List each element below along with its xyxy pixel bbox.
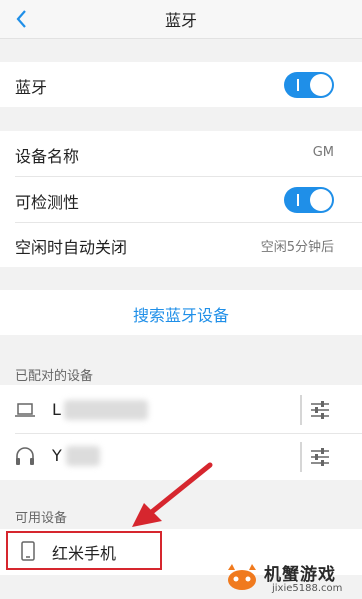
headphones-icon <box>16 447 34 465</box>
visibility-toggle[interactable] <box>284 187 334 213</box>
available-section-label: 可用设备 <box>15 511 68 526</box>
device-settings-card: 设备名称 GM 可检测性 空闲时自动关闭 空闲5分钟后 <box>0 131 362 267</box>
list-item[interactable]: L <box>0 387 362 433</box>
device-name-value: GM <box>312 145 334 160</box>
highlight-box <box>6 531 162 570</box>
bluetooth-toggle[interactable] <box>284 72 334 98</box>
auto-off-value: 空闲5分钟后 <box>260 240 334 255</box>
crab-logo-icon <box>228 564 256 590</box>
arrow-annotation <box>132 462 213 527</box>
bluetooth-row: 蓝牙 <box>0 62 362 107</box>
auto-off-label: 空闲时自动关闭 <box>15 238 128 257</box>
visibility-row: 可检测性 <box>0 177 362 222</box>
toggle-on-indicator <box>297 194 299 206</box>
bluetooth-card: 蓝牙 <box>0 62 362 107</box>
toggle-on-indicator <box>297 79 299 91</box>
paired-section-label: 已配对的设备 <box>15 369 94 384</box>
toggle-knob <box>310 74 332 96</box>
search-devices-label: 搜索蓝牙设备 <box>132 306 229 325</box>
top-bar: 蓝牙 <box>0 0 362 39</box>
sliders-icon[interactable] <box>308 445 332 469</box>
search-devices-button[interactable]: 搜索蓝牙设备 <box>0 290 362 335</box>
separator <box>300 395 302 425</box>
watermark-url: jixie5188.com <box>272 583 343 594</box>
sliders-icon[interactable] <box>308 398 332 422</box>
page-title: 蓝牙 <box>164 11 197 30</box>
device-name: L <box>52 400 61 419</box>
laptop-icon <box>15 403 35 417</box>
separator <box>300 442 302 472</box>
visibility-label: 可检测性 <box>15 193 80 212</box>
toggle-knob <box>310 189 332 211</box>
redacted-name <box>66 446 100 466</box>
device-name-row[interactable]: 设备名称 GM <box>0 131 362 176</box>
redacted-name <box>64 400 148 420</box>
device-name: Y <box>52 446 62 465</box>
auto-off-row[interactable]: 空闲时自动关闭 空闲5分钟后 <box>0 222 362 267</box>
bluetooth-label: 蓝牙 <box>15 78 48 97</box>
watermark-text: 机蟹游戏 <box>264 565 336 585</box>
device-name-label: 设备名称 <box>15 147 80 166</box>
watermark: 机蟹游戏 jixie5188.com <box>218 556 362 599</box>
